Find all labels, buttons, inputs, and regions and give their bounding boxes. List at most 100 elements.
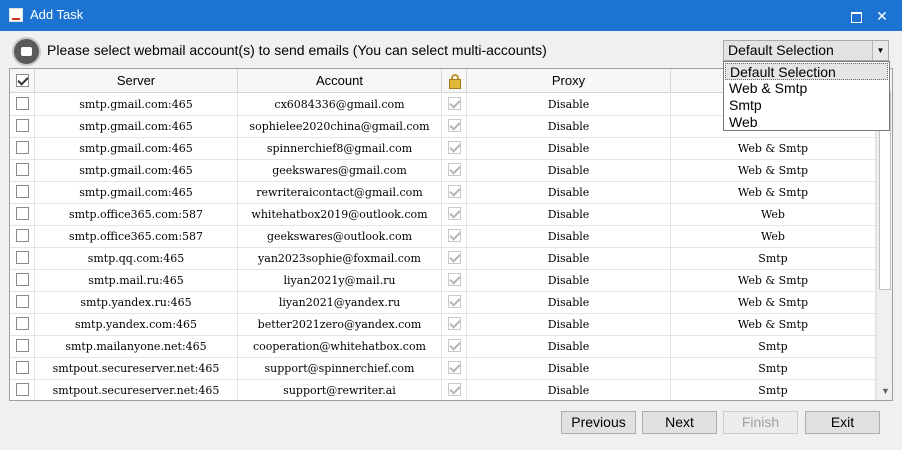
dropdown-option-web[interactable]: Web — [725, 114, 888, 131]
row-checkbox[interactable] — [15, 361, 29, 374]
row-checkbox[interactable] — [15, 229, 29, 242]
account-cell: support@spinnerchief.com — [238, 358, 442, 380]
previous-button[interactable]: Previous — [561, 411, 636, 434]
lock-checkbox — [447, 229, 461, 242]
lock-cell — [442, 116, 467, 138]
selection-dropdown[interactable]: Default Selection ▼ — [723, 40, 889, 61]
row-select-cell — [10, 204, 35, 226]
select-all-checkbox[interactable] — [15, 73, 29, 87]
lock-cell — [442, 182, 467, 204]
row-checkbox[interactable] — [15, 163, 29, 176]
row-select-cell — [10, 160, 35, 182]
row-checkbox[interactable] — [15, 317, 29, 330]
type-cell: Smtp — [671, 336, 876, 358]
row-select-cell — [10, 292, 35, 314]
lock-checkbox — [447, 339, 461, 352]
row-select-cell — [10, 116, 35, 138]
row-select-cell — [10, 138, 35, 160]
proxy-cell: Disable — [467, 314, 671, 336]
table-row[interactable]: smtpout.secureserver.net:465 support@spin… — [10, 358, 876, 380]
table-row[interactable]: smtp.office365.com:587 whitehatbox2019@ou… — [10, 204, 876, 226]
account-cell: cooperation@whitehatbox.com — [238, 336, 442, 358]
row-select-cell — [10, 226, 35, 248]
type-cell: Web & Smtp — [671, 270, 876, 292]
lock-checkbox — [447, 185, 461, 198]
lock-checkbox — [447, 97, 461, 110]
row-checkbox[interactable] — [15, 185, 29, 198]
row-checkbox[interactable] — [15, 97, 29, 110]
row-checkbox[interactable] — [15, 141, 29, 154]
lock-cell — [442, 248, 467, 270]
row-checkbox[interactable] — [15, 251, 29, 264]
row-checkbox[interactable] — [15, 207, 29, 220]
table-row[interactable]: smtp.qq.com:465 yan2023sophie@foxmail.com… — [10, 248, 876, 270]
table-row[interactable]: smtp.office365.com:587 geekswares@outlook… — [10, 226, 876, 248]
row-checkbox[interactable] — [15, 273, 29, 286]
proxy-cell: Disable — [467, 248, 671, 270]
account-cell: geekswares@outlook.com — [238, 226, 442, 248]
type-cell: Web & Smtp — [671, 160, 876, 182]
select-all-header — [10, 69, 35, 93]
next-button[interactable]: Next — [642, 411, 717, 434]
lock-checkbox — [447, 119, 461, 132]
server-cell: smtp.yandex.ru:465 — [35, 292, 238, 314]
proxy-cell: Disable — [467, 270, 671, 292]
account-cell: geekswares@gmail.com — [238, 160, 442, 182]
dropdown-option-smtp[interactable]: Smtp — [725, 97, 888, 114]
lock-checkbox — [447, 273, 461, 286]
proxy-cell: Disable — [467, 204, 671, 226]
table-row[interactable]: smtpout.secureserver.net:465 support@rewr… — [10, 380, 876, 400]
lock-checkbox — [447, 163, 461, 176]
row-checkbox[interactable] — [15, 119, 29, 132]
maximize-button[interactable] — [846, 6, 866, 26]
dropdown-option-default[interactable]: Default Selection — [725, 63, 888, 80]
lock-cell — [442, 138, 467, 160]
lock-cell — [442, 314, 467, 336]
column-header-server[interactable]: Server — [35, 69, 238, 93]
row-select-cell — [10, 380, 35, 400]
lock-checkbox — [447, 141, 461, 154]
account-cell: support@rewriter.ai — [238, 380, 442, 400]
close-button[interactable]: ✕ — [872, 6, 892, 26]
table-row[interactable]: smtp.yandex.com:465 better2021zero@yandex… — [10, 314, 876, 336]
scroll-down-button[interactable]: ▼ — [877, 383, 892, 400]
account-cell: rewriteraicontact@gmail.com — [238, 182, 442, 204]
account-cell: cx6084336@gmail.com — [238, 94, 442, 116]
dropdown-option-web-smtp[interactable]: Web & Smtp — [725, 80, 888, 97]
lock-cell — [442, 336, 467, 358]
lock-checkbox — [447, 317, 461, 330]
proxy-cell: Disable — [467, 226, 671, 248]
exit-button[interactable]: Exit — [805, 411, 880, 434]
row-checkbox[interactable] — [15, 339, 29, 352]
lock-checkbox — [447, 207, 461, 220]
row-checkbox[interactable] — [15, 383, 29, 396]
table-row[interactable]: smtp.mailanyone.net:465 cooperation@white… — [10, 336, 876, 358]
server-cell: smtp.office365.com:587 — [35, 204, 238, 226]
server-cell: smtp.office365.com:587 — [35, 226, 238, 248]
lock-cell — [442, 270, 467, 292]
server-cell: smtp.gmail.com:465 — [35, 138, 238, 160]
row-select-cell — [10, 270, 35, 292]
chevron-down-icon[interactable]: ▼ — [872, 41, 888, 60]
table-row[interactable]: smtp.mail.ru:465 liyan2021y@mail.ru Disabl… — [10, 270, 876, 292]
column-header-lock[interactable] — [442, 69, 467, 93]
table-row[interactable]: smtp.gmail.com:465 geekswares@gmail.com Di… — [10, 160, 876, 182]
table-row[interactable]: smtp.gmail.com:465 rewriteraicontact@gmai… — [10, 182, 876, 204]
server-cell: smtpout.secureserver.net:465 — [35, 358, 238, 380]
table-row[interactable]: smtp.yandex.ru:465 liyan2021@yandex.ru Dis… — [10, 292, 876, 314]
server-cell: smtp.yandex.com:465 — [35, 314, 238, 336]
finish-button[interactable]: Finish — [723, 411, 798, 434]
column-header-proxy[interactable]: Proxy — [467, 69, 671, 93]
type-cell: Smtp — [671, 380, 876, 400]
proxy-cell: Disable — [467, 94, 671, 116]
table-row[interactable]: smtp.gmail.com:465 spinnerchief8@gmail.co… — [10, 138, 876, 160]
lock-checkbox — [447, 383, 461, 396]
row-checkbox[interactable] — [15, 295, 29, 308]
proxy-cell: Disable — [467, 380, 671, 400]
account-cell: spinnerchief8@gmail.com — [238, 138, 442, 160]
account-cell: whitehatbox2019@outlook.com — [238, 204, 442, 226]
type-cell: Web & Smtp — [671, 138, 876, 160]
row-select-cell — [10, 358, 35, 380]
lock-cell — [442, 94, 467, 116]
column-header-account[interactable]: Account — [238, 69, 442, 93]
